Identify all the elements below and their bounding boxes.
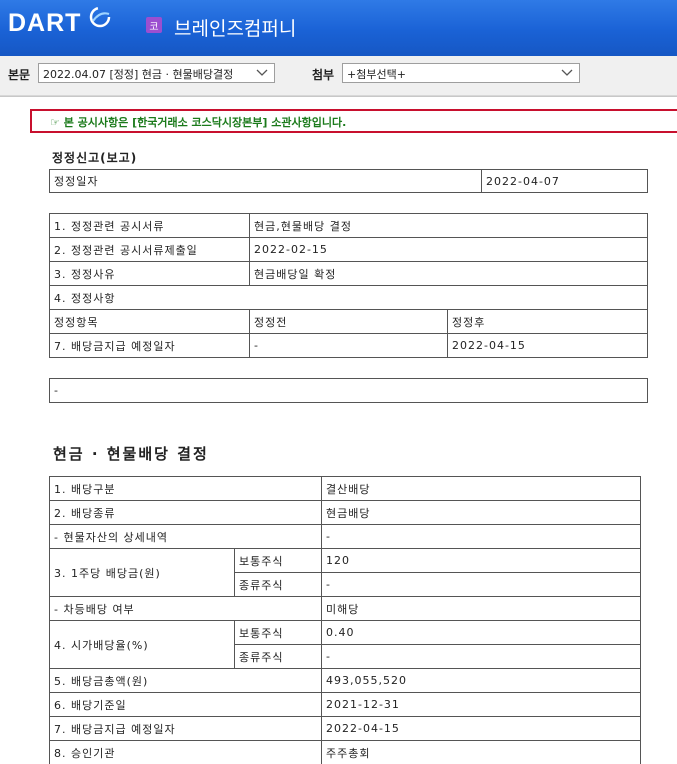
table-row: 2. 정정관련 공시서류제출일 2022-02-15 xyxy=(49,237,648,262)
attach-label: 첨부 xyxy=(312,68,335,82)
cell-label: 2. 배당종류 xyxy=(49,500,322,525)
attach-select-value: +첨부선택+ xyxy=(347,68,406,81)
cell-value: 2022-04-15 xyxy=(321,716,641,741)
cell-label: 2. 정정관련 공시서류제출일 xyxy=(49,237,250,262)
cell-label: 5. 배당금총액(원) xyxy=(49,668,322,693)
cell-after: 2022-04-15 xyxy=(447,333,648,358)
document-content: ☞ 본 공시사항은 [한국거래소 코스닥시장본부] 소관사항입니다. 정정신고(… xyxy=(0,96,677,764)
dividend-title: 현금 · 현물배당 결정 xyxy=(53,445,209,463)
chevron-down-icon xyxy=(256,69,268,76)
table-row: - 차등배당 여부 미해당 xyxy=(49,596,641,621)
chevron-down-icon xyxy=(561,69,573,76)
cell-label: 1. 배당구분 xyxy=(49,476,322,501)
correction-title: 정정신고(보고) xyxy=(52,151,138,165)
document-toolbar: 본문 2022.04.07 [정정] 현금 · 현물배당결정 첨부 +첨부선택+ xyxy=(0,56,677,96)
cell-label: 8. 승인기관 xyxy=(49,740,322,764)
cell-sublabel: 보통주식 xyxy=(234,620,322,645)
remark-table: - xyxy=(49,378,648,403)
dividend-decision-table: 1. 배당구분 결산배당 2. 배당종류 현금배당 - 현물자산의 상세내역 -… xyxy=(49,476,641,764)
cell-value: 현금배당일 확정 xyxy=(249,261,648,286)
table-row: 3. 1주당 배당금(원) 보통주식 120 xyxy=(49,548,641,597)
pointing-hand-icon: ☞ xyxy=(50,116,60,129)
cell-before: - xyxy=(249,333,448,358)
cell-label: 3. 1주당 배당금(원) xyxy=(49,548,235,597)
table-row: 1. 정정관련 공시서류 현금,현물배당 결정 xyxy=(49,213,648,238)
table-row: 7. 배당금지급 예정일자 - 2022-04-15 xyxy=(49,333,648,358)
cell-value: 493,055,520 xyxy=(321,668,641,693)
cell-value: 결산배당 xyxy=(321,476,641,501)
cell-value: 현금,현물배당 결정 xyxy=(249,213,648,238)
cell-label: 3. 정정사유 xyxy=(49,261,250,286)
cell-sublabel: 종류주식 xyxy=(234,644,322,669)
cell-remark: - xyxy=(49,378,648,403)
cell-section: 4. 정정사항 xyxy=(49,285,648,310)
cell-label: 정정일자 xyxy=(49,169,482,193)
table-row: 6. 배당기준일 2021-12-31 xyxy=(49,692,641,717)
cell-label: 6. 배당기준일 xyxy=(49,692,322,717)
logo-text: DART xyxy=(8,8,82,37)
col-header-before: 정정전 xyxy=(249,309,448,334)
cell-sublabel: 보통주식 xyxy=(234,548,322,573)
corp-market-badge: 코 xyxy=(146,17,162,33)
cell-value: - xyxy=(321,524,641,549)
correction-details-table: 1. 정정관련 공시서류 현금,현물배당 결정 2. 정정관련 공시서류제출일 … xyxy=(49,213,648,358)
cell-value: 주주총회 xyxy=(321,740,641,764)
cell-value: 120 xyxy=(321,548,641,573)
col-header-after: 정정후 xyxy=(447,309,648,334)
table-row: 정정일자 2022-04-07 xyxy=(49,169,648,193)
table-row: 8. 승인기관 주주총회 xyxy=(49,740,641,764)
table-row: 4. 시가배당율(%) 보통주식 0.40 xyxy=(49,620,641,669)
cell-value: - xyxy=(321,572,641,597)
table-row: 4. 정정사항 xyxy=(49,285,648,310)
cell-value: 2022-04-07 xyxy=(481,169,648,193)
cell-label: - 현물자산의 상세내역 xyxy=(49,524,322,549)
cell-value: 미해당 xyxy=(321,596,641,621)
table-row: 정정항목 정정전 정정후 xyxy=(49,309,648,334)
table-row: 2. 배당종류 현금배당 xyxy=(49,500,641,525)
notice-text: 본 공시사항은 [한국거래소 코스닥시장본부] 소관사항입니다. xyxy=(63,116,347,129)
attachment-select[interactable]: +첨부선택+ xyxy=(342,63,580,83)
table-row: 7. 배당금지급 예정일자 2022-04-15 xyxy=(49,716,641,741)
dart-logo[interactable]: DART xyxy=(8,8,81,38)
notice-banner: ☞ 본 공시사항은 [한국거래소 코스닥시장본부] 소관사항입니다. xyxy=(30,109,677,133)
body-select-value: 2022.04.07 [정정] 현금 · 현물배당결정 xyxy=(43,68,234,81)
cell-value: 현금배당 xyxy=(321,500,641,525)
table-row: 3. 정정사유 현금배당일 확정 xyxy=(49,261,648,286)
cell-value: 2022-02-15 xyxy=(249,237,648,262)
col-header-item: 정정항목 xyxy=(49,309,250,334)
cell-value: 2021-12-31 xyxy=(321,692,641,717)
body-document-select[interactable]: 2022.04.07 [정정] 현금 · 현물배당결정 xyxy=(38,63,275,83)
cell-label: 4. 시가배당율(%) xyxy=(49,620,235,669)
cell-value: - xyxy=(321,644,641,669)
cell-label: 1. 정정관련 공시서류 xyxy=(49,213,250,238)
company-name: 브레인즈컴퍼니 xyxy=(174,18,297,40)
cell-sublabel: 종류주식 xyxy=(234,572,322,597)
body-label: 본문 xyxy=(8,68,31,82)
cell-label: 7. 배당금지급 예정일자 xyxy=(49,716,322,741)
table-row: - 현물자산의 상세내역 - xyxy=(49,524,641,549)
table-row: 5. 배당금총액(원) 493,055,520 xyxy=(49,668,641,693)
notice-text-wrap: ☞ 본 공시사항은 [한국거래소 코스닥시장본부] 소관사항입니다. xyxy=(50,114,346,130)
app-header: DART 코 브레인즈컴퍼니 xyxy=(0,0,677,56)
cell-value: 0.40 xyxy=(321,620,641,645)
correction-date-table: 정정일자 2022-04-07 xyxy=(49,169,648,193)
table-row: 1. 배당구분 결산배당 xyxy=(49,476,641,501)
logo-swoosh-icon xyxy=(89,6,111,28)
cell-item: 7. 배당금지급 예정일자 xyxy=(49,333,250,358)
table-row: - xyxy=(49,378,648,403)
cell-label: - 차등배당 여부 xyxy=(49,596,322,621)
